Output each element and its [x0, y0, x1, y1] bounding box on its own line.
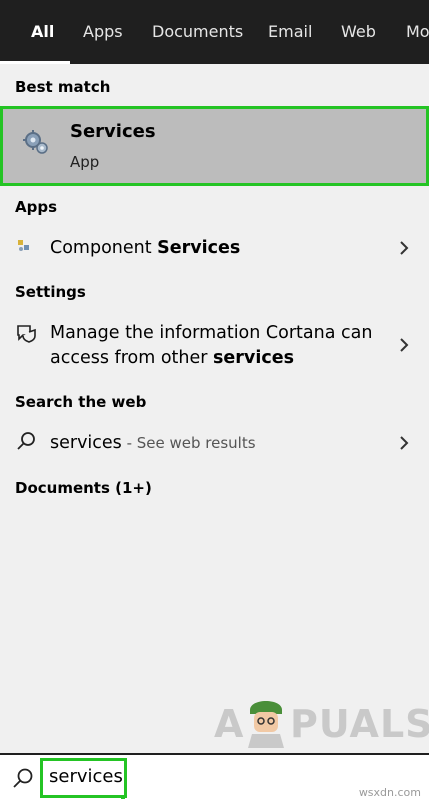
active-tab-indicator	[0, 61, 70, 64]
section-best-match: Best match	[15, 78, 111, 96]
best-match-result[interactable]: Services App	[0, 106, 429, 186]
settings-result-line2-prefix: access from other	[50, 348, 214, 368]
tab-more[interactable]: Mo	[406, 0, 429, 64]
tab-documents[interactable]: Documents	[152, 0, 243, 64]
settings-result-cortana[interactable]: Manage the information Cortana can acces…	[0, 315, 429, 375]
component-services-icon	[18, 240, 29, 251]
search-icon	[17, 432, 35, 450]
appuals-logo: A PUALS	[214, 690, 429, 750]
chevron-right-icon[interactable]	[399, 240, 409, 256]
app-result-component-services[interactable]: Component Services	[0, 228, 429, 268]
logo-text-a: A	[214, 702, 245, 746]
web-result-label: services - See web results	[50, 433, 256, 453]
chat-shield-icon	[17, 325, 36, 343]
tab-web[interactable]: Web	[341, 0, 376, 64]
app-result-label-bold: Services	[157, 238, 241, 258]
search-tab-bar: All Apps Documents Email Web Mo	[0, 0, 429, 64]
tab-apps[interactable]: Apps	[83, 0, 123, 64]
tab-email[interactable]: Email	[268, 0, 312, 64]
chevron-right-icon[interactable]	[399, 435, 409, 451]
app-result-label: Component Services	[50, 238, 240, 258]
mascot-icon	[248, 701, 284, 748]
app-result-label-prefix: Component	[50, 238, 158, 258]
watermark: wsxdn.com	[358, 786, 421, 799]
cursor-marker	[121, 795, 125, 799]
web-result-suffix: - See web results	[121, 434, 256, 452]
section-apps: Apps	[15, 198, 58, 216]
best-match-title: Services	[70, 121, 156, 142]
section-search-web: Search the web	[15, 393, 147, 411]
settings-result-line2: access from other services	[50, 348, 294, 368]
web-result-services[interactable]: services - See web results	[0, 423, 429, 463]
search-input[interactable]: services	[40, 758, 127, 798]
search-input-value: services	[49, 766, 123, 787]
web-result-query: services	[50, 433, 122, 453]
section-settings: Settings	[15, 283, 86, 301]
logo-text-puals: PUALS	[290, 702, 429, 746]
tab-all[interactable]: All	[31, 0, 54, 64]
chevron-right-icon[interactable]	[399, 337, 409, 353]
best-match-subtitle: App	[70, 153, 100, 171]
gear-icon	[23, 130, 48, 154]
search-icon	[13, 768, 33, 788]
section-documents[interactable]: Documents (1+)	[15, 479, 152, 497]
settings-result-line2-bold: services	[213, 348, 294, 368]
settings-result-line1: Manage the information Cortana can	[50, 323, 373, 343]
